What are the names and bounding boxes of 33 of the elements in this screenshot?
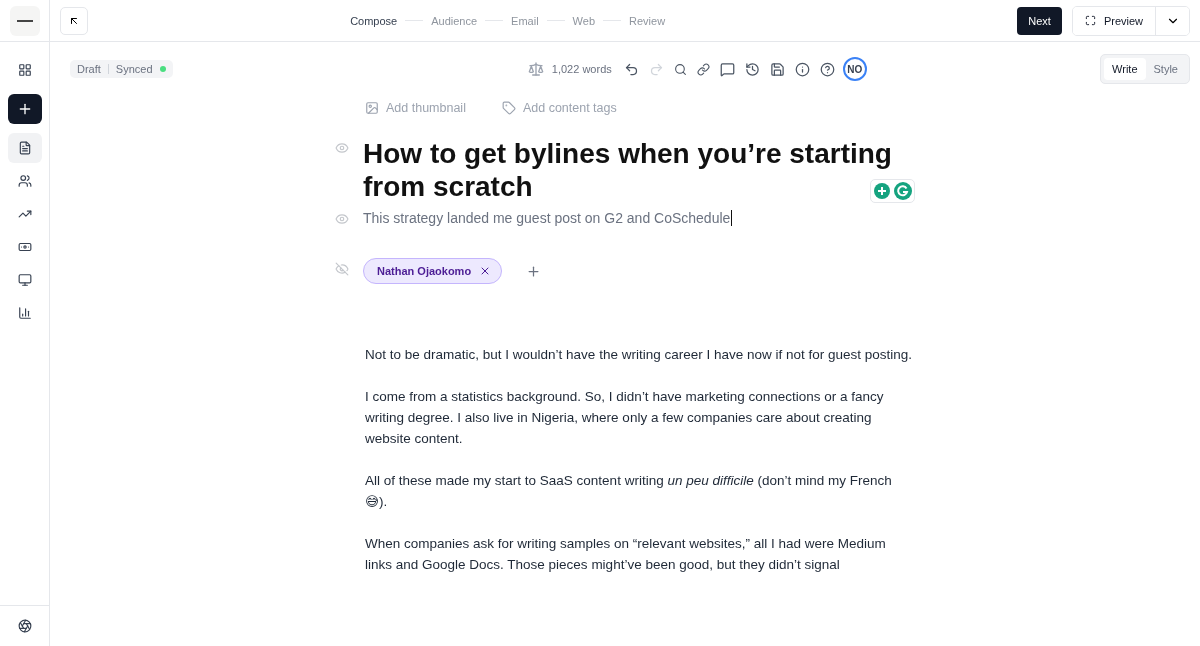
next-button[interactable]: Next <box>1017 6 1062 35</box>
mode-tab[interactable]: Style <box>1145 58 1186 80</box>
author-name: Nathan Ojaokomo <box>377 265 472 277</box>
expand-icon <box>1084 15 1096 26</box>
step-tab[interactable]: Email <box>511 14 539 27</box>
new-icon[interactable] <box>7 94 42 124</box>
sync-label: Synced <box>115 63 153 75</box>
grammar-logo[interactable] <box>894 182 912 200</box>
post-subtitle[interactable]: This strategy landed me guest post on G2 and CoSchedule <box>363 210 733 226</box>
draft-label: Draft <box>77 63 101 75</box>
post-title[interactable]: How to get bylines when you’re starting from scratch <box>363 137 895 203</box>
step-tab[interactable]: Audience <box>431 14 478 27</box>
paragraph: Not to be dramatic, but I wouldn’t have the writing career I have now if not for guest posting. <box>365 346 914 364</box>
word-count: 1,022 words <box>551 63 612 75</box>
author-chip[interactable]: Nathan Ojaokomo <box>363 258 503 284</box>
step-tab[interactable]: Web <box>572 14 596 27</box>
grammar-widget[interactable] <box>870 179 915 203</box>
link-icon[interactable] <box>694 62 712 76</box>
image-icon <box>365 101 379 115</box>
mode-tab[interactable]: Write <box>1104 58 1146 80</box>
plus-icon[interactable] <box>873 182 891 200</box>
logo[interactable] <box>9 5 40 36</box>
step-tab[interactable]: Review <box>629 14 666 27</box>
add-thumbnail-button[interactable]: Add thumbnail <box>365 101 466 115</box>
paragraph: I come from a statistics background. So, I didn’t have marketing connections or a fancy writing degree. I also live in Nigeria, where only a few companies care about creating website content. <box>365 388 885 448</box>
document-icon[interactable] <box>7 133 42 163</box>
paragraph: All of these made my start to SaaS content writing un peu difficile (don’t mind my French 😅). <box>365 472 893 511</box>
tag-icon <box>501 101 516 115</box>
add-tags-button[interactable]: Add content tags <box>501 101 617 115</box>
add-icon[interactable] <box>526 263 542 279</box>
paragraph: When companies ask for writing samples on “relevant websites,” all I had were Medium links and Google Docs. Those pieces might’ve been good, but they didn’t signal <box>365 535 887 574</box>
user-avatar[interactable]: NO <box>842 57 867 81</box>
step-tab[interactable]: Compose <box>350 14 398 27</box>
